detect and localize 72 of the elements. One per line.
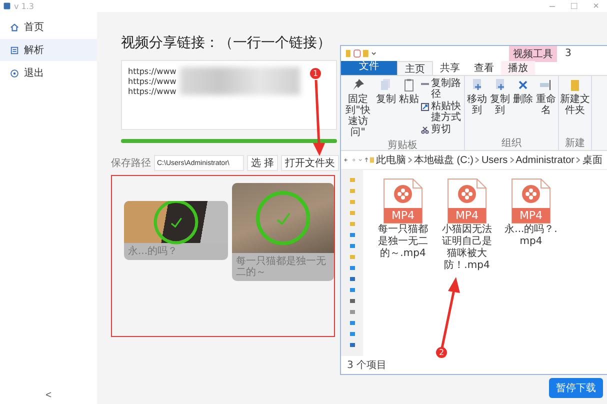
file-type-label: MP4 — [390, 210, 416, 222]
document-icon — [470, 78, 484, 92]
chevron-icon — [408, 157, 412, 163]
ribbon-group-label: 组织 — [500, 137, 522, 150]
list-icon — [10, 46, 19, 54]
breadcrumb[interactable]: Users — [481, 154, 508, 166]
delete-icon — [516, 78, 530, 92]
file-item[interactable]: MP4 小猫因无法证明自己是猫咪被大防！.mp4 — [439, 178, 495, 272]
ribbon-small-button[interactable]: 剪切 — [421, 124, 463, 135]
pin-icon — [351, 78, 365, 92]
ribbon-tab[interactable]: 查看 — [467, 61, 501, 75]
ribbon-tab[interactable]: 共享 — [433, 61, 467, 75]
annotation-arrow — [440, 277, 460, 348]
window-title: 3 — [565, 48, 572, 59]
ribbon-tab[interactable]: 播放 — [501, 61, 535, 75]
video-caption: 每一只猫都是独一无二的～ — [235, 254, 327, 280]
path-icon — [421, 80, 429, 88]
link-line: https://www — [128, 77, 176, 86]
navigation-arrows-icon[interactable] — [344, 156, 374, 164]
scissors-icon — [421, 126, 429, 134]
status-bar-text: 3 个项目 — [346, 359, 388, 373]
breadcrumb[interactable]: 本地磁盘 (C:) — [414, 153, 474, 167]
chevron-icon — [475, 157, 480, 163]
collapse-button[interactable]: < — [40, 389, 58, 402]
chevron-icon — [510, 157, 514, 163]
ribbon-button[interactable]: 复制 — [375, 78, 397, 105]
breadcrumb[interactable]: 桌面 — [582, 153, 602, 167]
link-line: https://www — [128, 87, 176, 96]
document-icon — [493, 78, 507, 92]
window-title: v 1.3 — [14, 2, 34, 10]
chevron-icon — [576, 157, 580, 163]
save-path-label: 保存路径 — [111, 157, 151, 170]
ribbon-button[interactable]: 重命名 — [535, 78, 557, 116]
breadcrumb[interactable]: 此电脑 — [376, 153, 406, 167]
sidebar-item[interactable]: 退出 — [0, 62, 97, 84]
clipboard-icon — [402, 78, 416, 92]
video-file-icon — [511, 178, 551, 224]
pause-download-button[interactable]: 暂停下载 — [549, 378, 603, 398]
sidebar-item[interactable]: 解析 — [0, 39, 97, 61]
link-line: https://www — [128, 67, 176, 76]
ribbon-group-label: 新建 — [564, 136, 586, 150]
video-file-icon — [383, 178, 423, 224]
video-file-icon — [447, 178, 487, 224]
app-icon — [3, 2, 11, 10]
file-type-label: MP4 — [454, 210, 480, 222]
documents-icon — [379, 78, 393, 92]
file-item[interactable]: MP4 永...的吗？.mp4 — [503, 178, 559, 248]
shortcut-icon — [421, 103, 429, 111]
folder-icon — [568, 78, 582, 92]
breadcrumb[interactable]: Administrator — [516, 154, 574, 166]
ribbon-button[interactable]: 删除 — [512, 78, 534, 105]
heading: 视频分享链接：（一行一个链接） — [121, 34, 331, 52]
file-item[interactable]: MP4 每一只猫都是独一无二的～.mp4 — [375, 178, 431, 260]
home-icon — [10, 22, 19, 32]
video-caption: 永...的吗？ — [127, 244, 179, 259]
ribbon-button[interactable]: 粘贴 — [398, 78, 420, 105]
ribbon-button[interactable]: 移动到 — [466, 78, 488, 116]
ribbon-button[interactable]: 固定到"快速访问" — [342, 78, 374, 138]
rename-icon — [539, 78, 553, 92]
ribbon-small-button[interactable]: 粘贴快捷方式 — [421, 101, 463, 123]
context-tab-header: 视频工具 — [509, 46, 557, 62]
exit-icon — [10, 68, 19, 78]
ribbon-tab[interactable]: 主页 — [397, 61, 433, 75]
ribbon-small-button[interactable]: 复制路径 — [421, 78, 463, 100]
action-button[interactable]: 选 择 — [247, 155, 278, 171]
file-type-label: MP4 — [518, 210, 544, 222]
ribbon-tab[interactable]: 文件 — [341, 61, 397, 75]
action-button[interactable]: 打开文件夹 — [281, 155, 340, 171]
ribbon-group-label: 剪贴板 — [386, 138, 418, 152]
sidebar-item[interactable]: 首页 — [0, 16, 97, 38]
ribbon-button[interactable]: 新建文件夹 — [560, 78, 590, 116]
ribbon-button[interactable]: 复制到 — [489, 78, 511, 116]
